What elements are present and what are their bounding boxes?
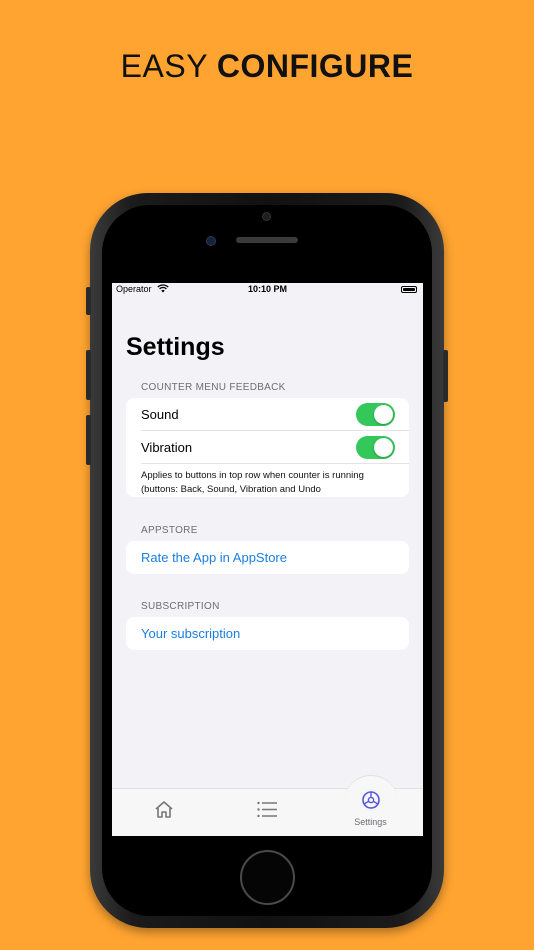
sound-toggle[interactable] xyxy=(356,403,395,426)
tab-bar: Settings xyxy=(112,775,423,836)
mute-switch xyxy=(86,287,91,315)
feedback-note: Applies to buttons in top row when count… xyxy=(141,470,364,495)
home-icon xyxy=(154,801,173,818)
list-icon xyxy=(256,801,277,818)
sound-row: Sound xyxy=(126,398,409,431)
tab-list[interactable] xyxy=(215,789,318,836)
status-bar: Operator 10:10 PM xyxy=(112,283,423,297)
subscription-group: Your subscription xyxy=(126,617,409,650)
proximity-sensor xyxy=(206,236,216,246)
home-button[interactable] xyxy=(240,850,295,905)
power-button xyxy=(443,350,448,402)
sound-label: Sound xyxy=(141,407,179,422)
vibration-row: Vibration xyxy=(126,431,409,464)
settings-icon xyxy=(361,791,380,809)
status-time: 10:10 PM xyxy=(247,284,288,294)
headline: EASY CONFIGURE xyxy=(0,48,534,85)
headline-light: EASY xyxy=(120,48,217,84)
volume-down-button xyxy=(86,415,91,465)
headline-bold: CONFIGURE xyxy=(216,48,414,84)
tab-settings-label: Settings xyxy=(354,817,387,827)
feedback-group: Sound Vibration Applies to buttons in to… xyxy=(126,398,409,497)
earpiece-speaker xyxy=(236,237,298,243)
section-header-appstore: APPSTORE xyxy=(141,525,198,536)
vibration-label: Vibration xyxy=(141,440,193,455)
page-title: Settings xyxy=(126,333,225,361)
rate-app-link[interactable]: Rate the App in AppStore xyxy=(126,541,409,574)
volume-up-button xyxy=(86,350,91,400)
phone-screen: Operator 10:10 PM Settings COUNTER MENU … xyxy=(112,283,423,836)
battery-icon xyxy=(401,286,417,293)
section-header-subscription: SUBSCRIPTION xyxy=(141,601,220,612)
vibration-toggle[interactable] xyxy=(356,436,395,459)
appstore-group: Rate the App in AppStore xyxy=(126,541,409,574)
front-camera xyxy=(262,212,271,221)
tab-home[interactable] xyxy=(112,789,215,836)
tab-settings[interactable]: Settings xyxy=(318,775,423,836)
subscription-link[interactable]: Your subscription xyxy=(126,617,409,650)
section-header-feedback: COUNTER MENU FEEDBACK xyxy=(141,382,286,393)
